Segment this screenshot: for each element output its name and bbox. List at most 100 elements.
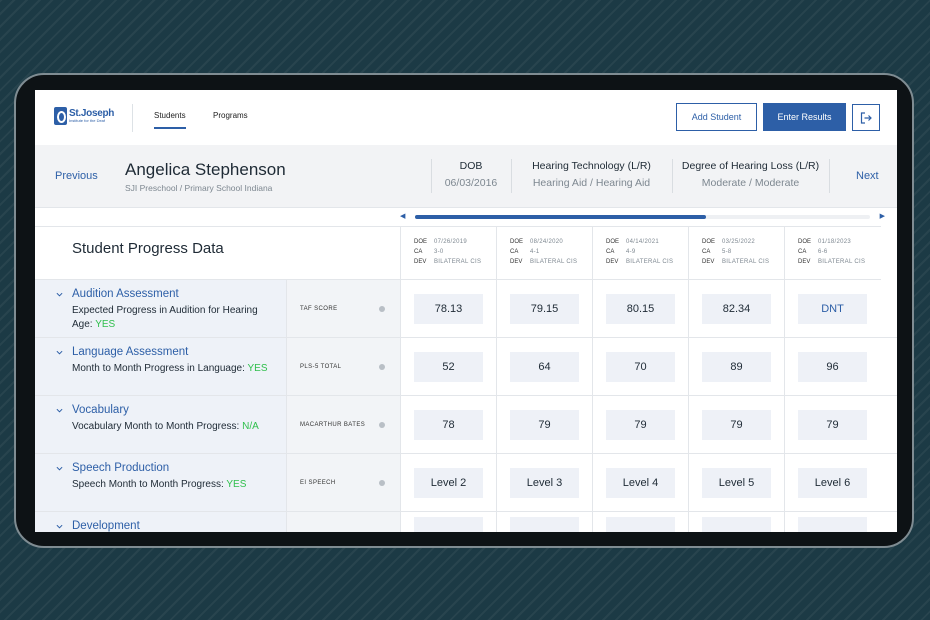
score-value[interactable] [510,516,579,532]
score-value[interactable]: Level 2 [414,467,483,498]
header-key-dev: DEV [798,259,811,265]
nav-active-indicator [154,127,186,129]
score-value[interactable]: 52 [414,351,483,382]
score-value[interactable]: 64 [510,351,579,382]
description-text: Month to Month Progress in Language: [72,363,245,374]
score-value[interactable]: Level 6 [798,467,867,498]
student-info-bar: Previous Angelica Stephenson SJI Prescho… [35,145,897,208]
value-cell: 78.13 [400,280,496,337]
scroll-right-icon[interactable]: ▶ [880,212,885,220]
score-value[interactable]: 78 [414,409,483,440]
score-value[interactable]: 89 [702,351,771,382]
header-value-ca: 5-8 [722,249,732,255]
assessment-name[interactable]: Language Assessment [72,346,188,358]
student-name: Angelica Stephenson [125,160,286,179]
app-screen: St.Joseph Institute for the Deaf Student… [35,90,897,532]
add-student-button[interactable]: Add Student [676,103,757,131]
logo-subtitle: Institute for the Deaf [69,118,106,123]
metric-cell [286,512,400,532]
score-value[interactable]: 79.15 [510,293,579,324]
hearing-loss-label: Degree of Hearing Loss (L/R) [681,160,820,172]
header-key-doe: DOE [414,239,428,245]
row-category: Vocabulary Vocabulary Month to Month Prog… [35,396,286,453]
header-value-doe: 03/25/2022 [722,239,756,245]
chevron-down-icon[interactable] [56,291,63,298]
score-value[interactable]: 79 [702,409,771,440]
nav-programs[interactable]: Programs [213,111,248,120]
score-value[interactable]: 79 [606,409,675,440]
previous-student-link[interactable]: Previous [55,170,98,182]
student-school: SJI Preschool / Primary School Indiana [125,183,273,193]
info-dot-icon[interactable] [379,479,385,486]
row-category: Development [35,512,286,532]
info-dot-icon[interactable] [379,363,385,370]
logout-button[interactable] [852,104,880,131]
score-value[interactable]: 78.13 [414,293,483,324]
assessment-name[interactable]: Vocabulary [72,404,129,416]
table-row: Speech Production Speech Month to Month P… [35,454,897,512]
progress-flag: YES [226,479,247,490]
scroll-track[interactable] [415,215,870,219]
value-cell: 52 [400,338,496,395]
chevron-down-icon[interactable] [56,407,63,414]
value-cell: Level 5 [688,454,784,511]
chevron-down-icon[interactable] [56,465,63,472]
description-text: Vocabulary Month to Month Progress: [72,421,240,432]
table-title-cell: Student Progress Data [35,226,400,280]
header-value-ca: 6-6 [818,249,828,255]
assessment-name[interactable]: Development [72,520,140,532]
score-value[interactable]: 79 [510,409,579,440]
header-value-ca: 3-0 [434,249,444,255]
score-value[interactable] [702,516,771,532]
metric-cell: MACARTHUR BATES [286,396,400,453]
header-key-dev: DEV [414,259,427,265]
assessment-name[interactable]: Speech Production [72,462,169,474]
score-value[interactable]: 70 [606,351,675,382]
enter-results-button[interactable]: Enter Results [763,103,846,131]
score-value[interactable]: 82.34 [702,293,771,324]
header-value-ca: 4-1 [530,249,540,255]
header-key-doe: DOE [606,239,620,245]
header-value-dev: BILATERAL CIS [530,259,578,265]
logo[interactable]: St.Joseph Institute for the Deaf [54,107,114,125]
scroll-left-icon[interactable]: ◀ [400,212,405,220]
nav-students[interactable]: Students [154,111,186,120]
score-value[interactable]: 96 [798,351,867,382]
score-value[interactable] [414,516,483,532]
logo-icon [54,107,67,125]
header-value-dev: BILATERAL CIS [434,259,482,265]
dob-info: DOB 06/03/2016 [431,160,511,189]
header-value-dev: BILATERAL CIS [722,259,770,265]
header-key-dev: DEV [702,259,715,265]
value-cell: 79 [784,396,881,453]
header-value-doe: 04/14/2021 [626,239,660,245]
next-student-link[interactable]: Next [856,170,879,182]
chevron-down-icon[interactable] [56,349,63,356]
hearing-technology-info: Hearing Technology (L/R) Hearing Aid / H… [511,160,672,189]
score-value[interactable] [798,516,867,532]
score-value[interactable]: Level 5 [702,467,771,498]
score-value[interactable]: DNT [798,293,867,324]
column-scroller: ◀ ▶ [400,210,885,224]
value-cell: 82.34 [688,280,784,337]
column-header: DOE 01/18/2023 CA 6-6 DEV BILATERAL CIS [784,226,881,280]
score-value[interactable]: 79 [798,409,867,440]
dob-value: 06/03/2016 [444,177,498,189]
header-key-doe: DOE [798,239,812,245]
header-key-ca: CA [606,249,615,255]
score-value[interactable] [606,516,675,532]
chevron-down-icon[interactable] [56,523,63,530]
score-value[interactable]: 80.15 [606,293,675,324]
value-cell: 89 [688,338,784,395]
score-value[interactable]: Level 4 [606,467,675,498]
info-dot-icon[interactable] [379,305,385,312]
metric-label: PLS-5 TOTAL [300,363,342,370]
column-header: DOE 08/24/2020 CA 4-1 DEV BILATERAL CIS [496,226,592,280]
scroll-thumb[interactable] [415,215,707,219]
info-dot-icon[interactable] [379,421,385,428]
header-value-dev: BILATERAL CIS [626,259,674,265]
score-value[interactable]: Level 3 [510,467,579,498]
assessment-name[interactable]: Audition Assessment [72,288,179,300]
metric-cell: PLS-5 TOTAL [286,338,400,395]
value-cell: Level 3 [496,454,592,511]
